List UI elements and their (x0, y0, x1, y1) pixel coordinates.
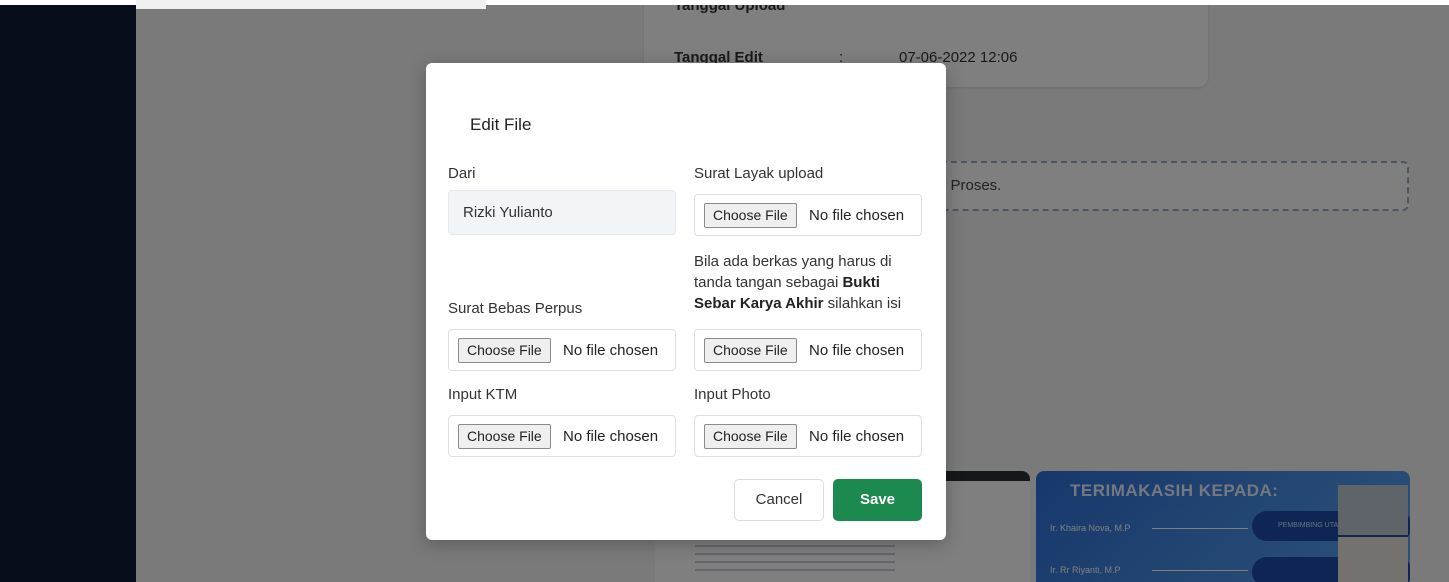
save-button[interactable]: Save (833, 479, 922, 521)
choose-file-button[interactable]: Choose File (704, 338, 797, 363)
surat-layak-file-input[interactable]: Choose File No file chosen (694, 194, 922, 236)
ktm-file-input[interactable]: Choose File No file chosen (448, 415, 676, 457)
no-file-text: No file chosen (563, 342, 659, 359)
no-file-text: No file chosen (809, 207, 905, 224)
no-file-text: No file chosen (809, 342, 905, 359)
choose-file-button[interactable]: Choose File (704, 424, 797, 449)
bukti-sebar-file-input[interactable]: Choose File No file chosen (694, 329, 922, 371)
dari-label: Dari (448, 165, 476, 182)
ktm-label: Input KTM (448, 386, 518, 403)
photo-label: Input Photo (694, 386, 771, 403)
no-file-text: No file chosen (563, 428, 659, 445)
surat-bebas-file-input[interactable]: Choose File No file chosen (448, 329, 676, 371)
cancel-button[interactable]: Cancel (734, 479, 824, 521)
choose-file-button[interactable]: Choose File (458, 338, 551, 363)
no-file-text: No file chosen (809, 428, 905, 445)
choose-file-button[interactable]: Choose File (704, 203, 797, 228)
surat-layak-label: Surat Layak upload (694, 165, 824, 182)
note-part-2: silahkan isi (823, 295, 902, 312)
modal-title: Edit File (470, 115, 532, 134)
photo-file-input[interactable]: Choose File No file chosen (694, 415, 922, 457)
choose-file-button[interactable]: Choose File (458, 424, 551, 449)
surat-bebas-label: Surat Bebas Perpus (448, 300, 583, 317)
edit-file-modal: Edit File Dari Rizki Yulianto Surat Laya… (426, 63, 946, 540)
dari-input[interactable]: Rizki Yulianto (448, 190, 676, 235)
signature-note: Bila ada berkas yang harus di tanda tang… (694, 251, 924, 314)
top-edge-strip (136, 0, 486, 9)
